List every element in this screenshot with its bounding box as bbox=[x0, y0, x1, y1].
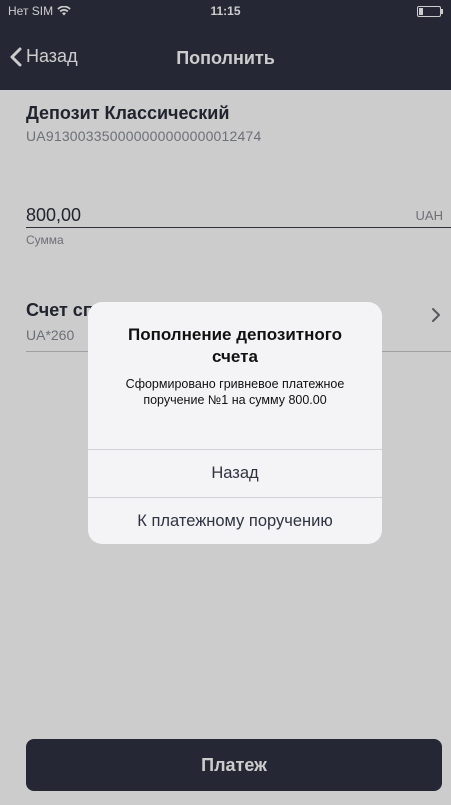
alert-message: Сформировано гривневое платежное поручен… bbox=[125, 377, 345, 407]
alert-back-button[interactable]: Назад bbox=[88, 450, 382, 497]
alert-open-order-button[interactable]: К платежному поручению bbox=[88, 498, 382, 544]
app-screen: Нет SIM 11:15 Назад Пополнить Депозит Кл… bbox=[0, 0, 451, 805]
alert-title: Пополнение депозитного счета bbox=[127, 325, 343, 366]
alert-dialog: Пополнение депозитного счета Сформирован… bbox=[88, 302, 382, 544]
